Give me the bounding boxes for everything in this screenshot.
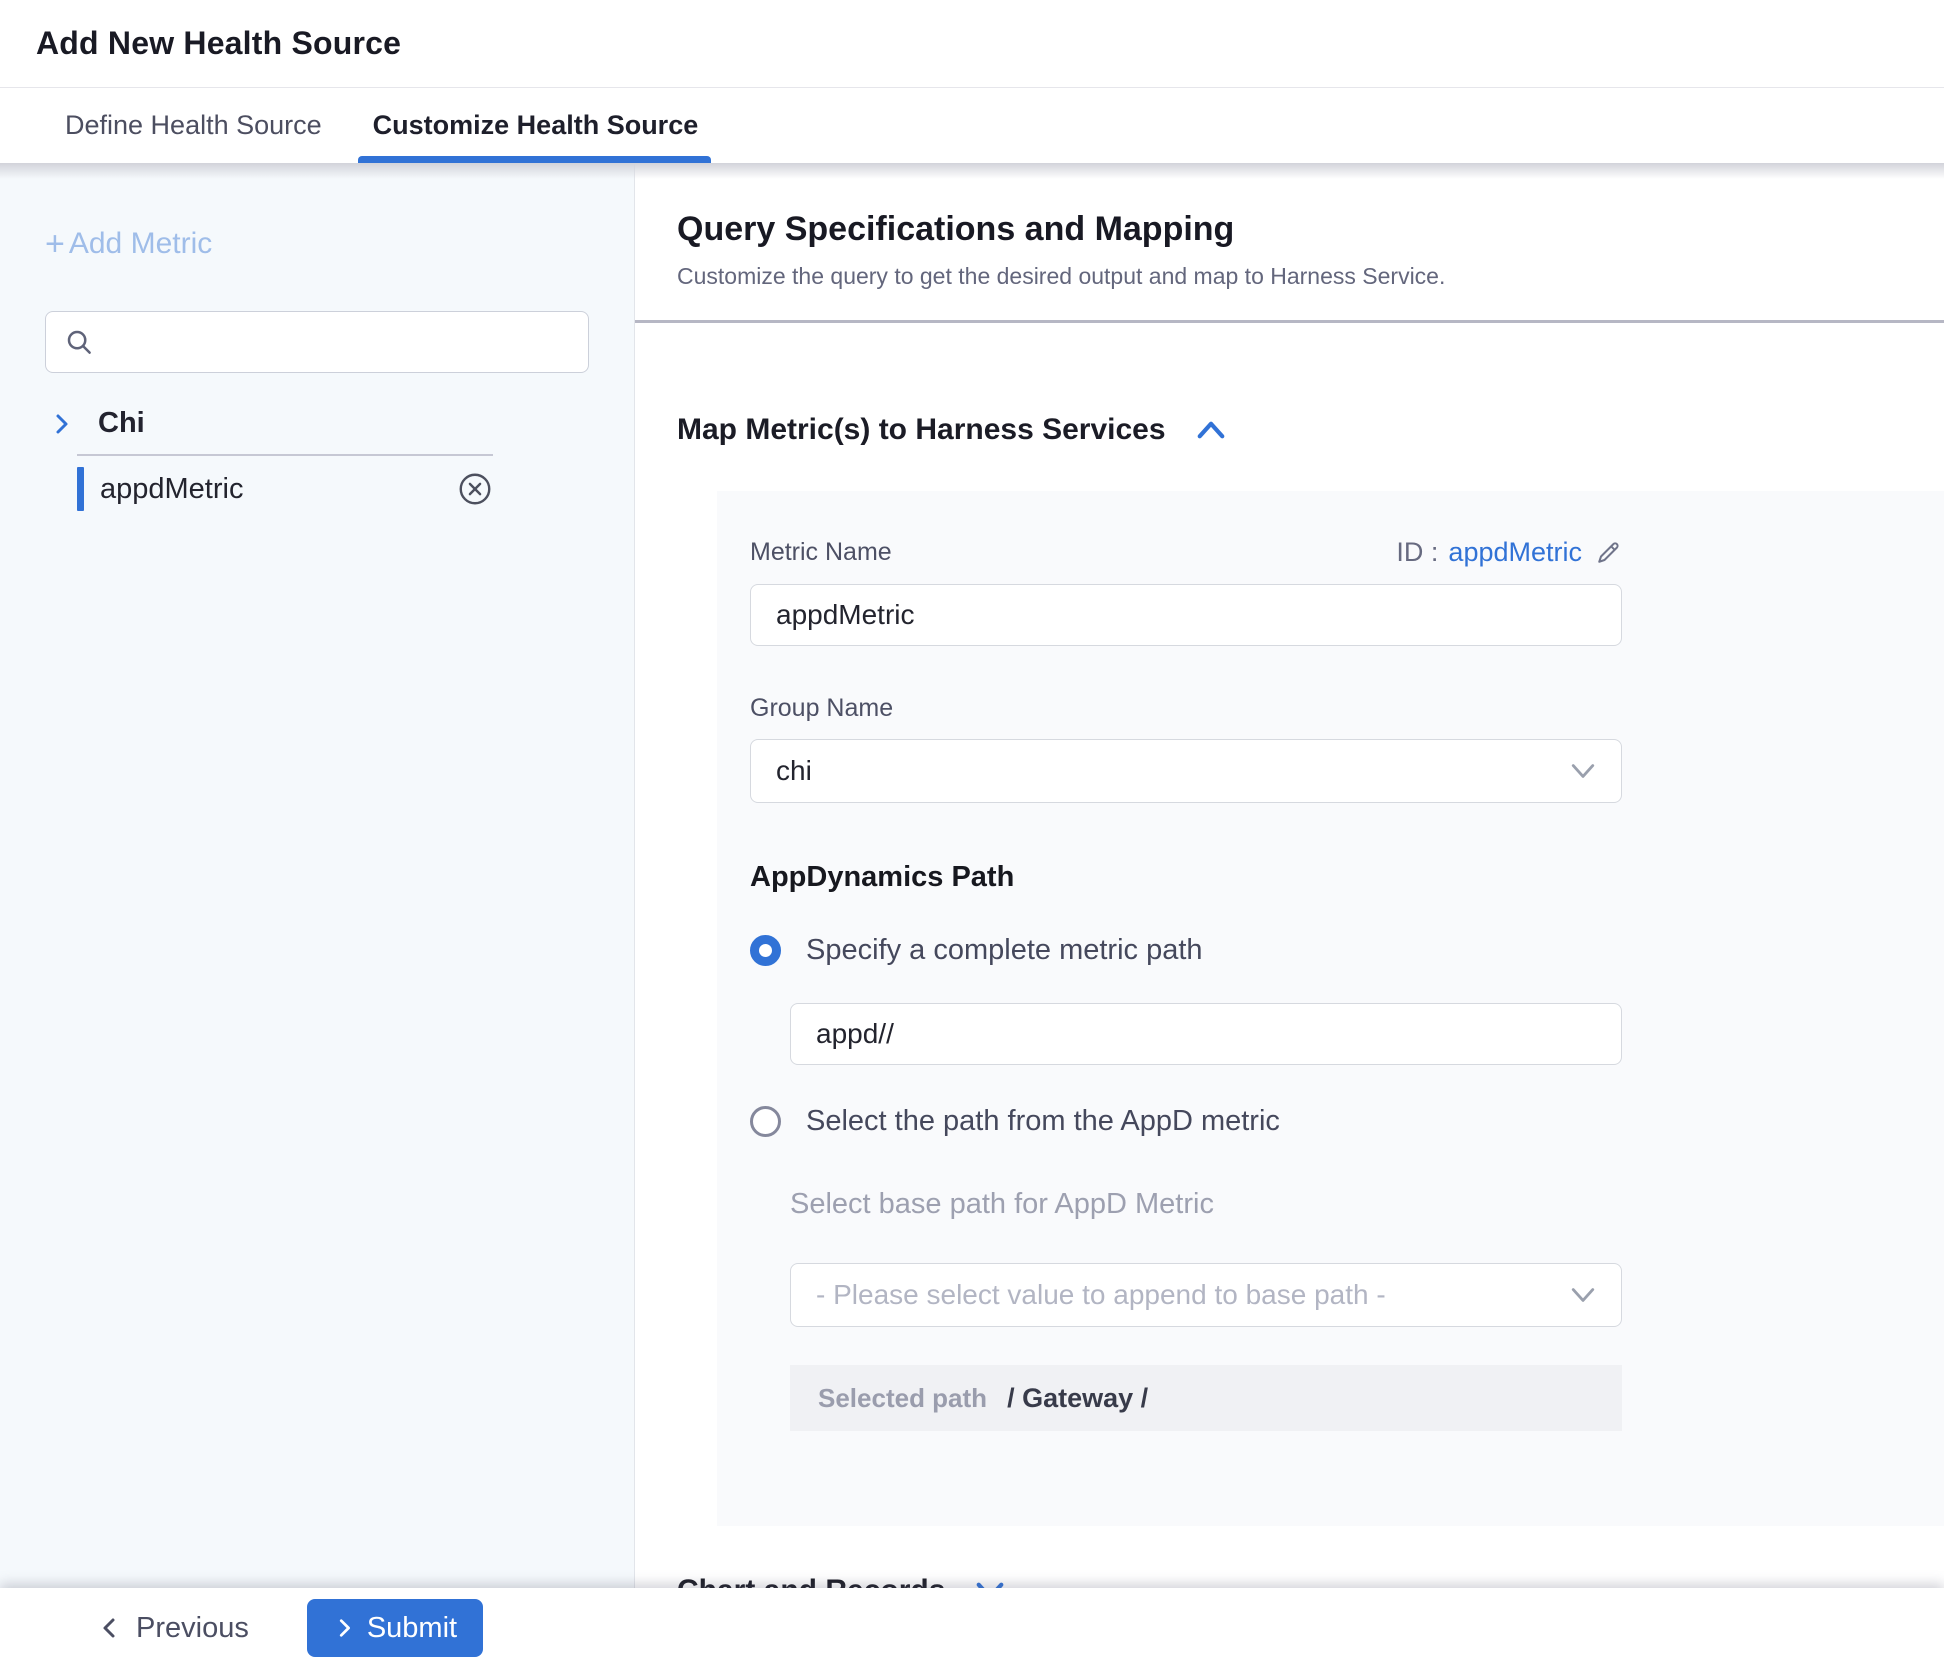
chevron-up-icon: [1196, 419, 1226, 441]
id-label: ID :: [1396, 537, 1438, 568]
chevron-right-icon: [50, 412, 74, 436]
metric-search: [45, 311, 589, 373]
metric-id-row: ID : appdMetric: [1396, 537, 1622, 568]
metric-search-input[interactable]: [106, 327, 570, 358]
group-name-value: chi: [776, 755, 812, 787]
submit-label: Submit: [367, 1612, 457, 1645]
remove-circle-icon: [457, 471, 493, 507]
chevron-left-icon: [98, 1616, 122, 1640]
page-title: Add New Health Source: [36, 25, 401, 62]
tab-customize-health-source[interactable]: Customize Health Source: [373, 88, 699, 163]
metric-path-input[interactable]: [790, 1003, 1622, 1065]
search-icon: [64, 327, 94, 357]
selected-path-strip: Selected path / Gateway /: [790, 1365, 1622, 1431]
plus-icon: +: [45, 227, 65, 261]
content-area: + Add Metric Chi appdMetric: [0, 163, 1944, 1588]
edit-pencil-icon[interactable]: [1594, 539, 1622, 567]
section-title: Chart and Records: [677, 1574, 945, 1588]
radio-label: Specify a complete metric path: [806, 934, 1203, 967]
chevron-right-icon: [333, 1617, 355, 1639]
mapping-form-card: Metric Name ID : appdMetric Group Name c…: [717, 491, 1944, 1526]
dialog-header: Add New Health Source: [0, 0, 1944, 87]
selected-path-value: / Gateway /: [1007, 1383, 1148, 1414]
radio-label: Select the path from the AppD metric: [806, 1105, 1280, 1138]
remove-metric-button[interactable]: [457, 471, 493, 507]
section-map-metrics[interactable]: Map Metric(s) to Harness Services: [677, 413, 1944, 447]
chevron-down-icon: [1570, 761, 1596, 781]
add-metric-button[interactable]: + Add Metric: [45, 227, 212, 261]
panel-subtitle: Customize the query to get the desired o…: [677, 263, 1944, 290]
base-path-placeholder: - Please select value to append to base …: [816, 1279, 1386, 1311]
metrics-sidebar: + Add Metric Chi appdMetric: [0, 163, 635, 1588]
radio-selected-icon[interactable]: [750, 935, 781, 966]
panel-title: Query Specifications and Mapping: [677, 210, 1944, 249]
submit-button[interactable]: Submit: [307, 1599, 483, 1657]
group-name-label: Group Name: [750, 694, 1944, 723]
query-spec-panel: Query Specifications and Mapping Customi…: [635, 163, 1944, 1588]
previous-button[interactable]: Previous: [98, 1612, 249, 1645]
wizard-footer: Previous Submit: [0, 1588, 1944, 1668]
previous-label: Previous: [136, 1612, 249, 1645]
appdynamics-path-title: AppDynamics Path: [750, 861, 1944, 894]
metric-name-label: Metric Name: [750, 538, 892, 567]
radio-complete-metric-path[interactable]: Specify a complete metric path: [750, 934, 1944, 967]
chevron-down-icon: [975, 1580, 1005, 1588]
metric-name-input[interactable]: [750, 584, 1622, 646]
section-title: Map Metric(s) to Harness Services: [677, 413, 1166, 447]
tab-define-health-source[interactable]: Define Health Source: [65, 88, 322, 163]
radio-unselected-icon[interactable]: [750, 1106, 781, 1137]
base-path-label: Select base path for AppD Metric: [790, 1188, 1944, 1221]
add-metric-label: Add Metric: [69, 227, 212, 261]
id-value-link[interactable]: appdMetric: [1448, 537, 1582, 568]
base-path-select[interactable]: - Please select value to append to base …: [790, 1263, 1622, 1327]
sidebar-item-appdmetric[interactable]: appdMetric: [77, 456, 493, 522]
selected-path-label: Selected path: [818, 1383, 987, 1414]
group-label: Chi: [98, 407, 145, 440]
panel-divider: [635, 320, 1944, 323]
sidebar-group-chi[interactable]: Chi: [50, 407, 634, 440]
tab-bar: Define Health Source Customize Health So…: [0, 87, 1944, 163]
chevron-down-icon: [1570, 1285, 1596, 1305]
radio-select-appd-path[interactable]: Select the path from the AppD metric: [750, 1105, 1944, 1138]
selected-indicator: [77, 467, 84, 511]
group-name-select[interactable]: chi: [750, 739, 1622, 803]
section-chart-and-records[interactable]: Chart and Records: [677, 1574, 1944, 1588]
metric-item-label: appdMetric: [100, 473, 243, 506]
